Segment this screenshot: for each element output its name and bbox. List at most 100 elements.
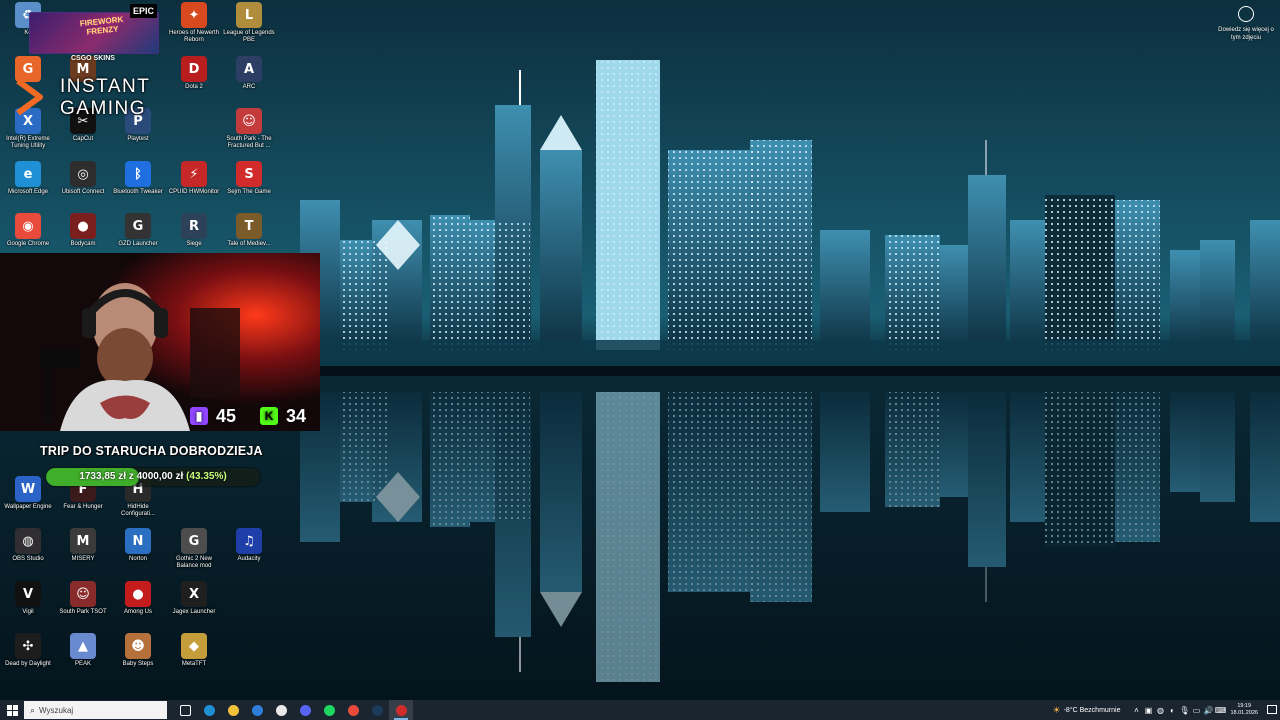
network-icon[interactable]: ▭ — [1190, 700, 1202, 720]
kick-viewer-count: 34 — [286, 405, 307, 426]
sejm-game-icon: S — [236, 161, 262, 187]
desktop-shortcut-label: OBS Studio — [12, 556, 44, 562]
edge-icon — [203, 704, 215, 716]
instant-gaming-mark-icon — [16, 78, 43, 116]
taskbar-search-box[interactable]: ⌕ Wyszukaj — [24, 701, 167, 719]
baby-steps-icon: ☻ — [125, 633, 151, 659]
notifications-icon[interactable] — [1264, 700, 1280, 720]
desktop-shortcut-label: ARC — [242, 84, 256, 90]
desktop-shortcut-heroes[interactable]: ✦ Heroes of Newerth Reborn — [166, 2, 222, 56]
camera-icon — [1238, 6, 1254, 22]
desktop-shortcut-norton[interactable]: N Norton — [110, 528, 166, 582]
taskbar-app-store[interactable] — [269, 700, 293, 720]
microphone-icon[interactable]: 🎙 — [1178, 700, 1190, 720]
weather-widget[interactable]: ☀ -8°C Bezchmurnie — [1053, 705, 1121, 716]
tray-discord-icon[interactable]: ◐ — [1166, 700, 1178, 720]
desktop-shortcut-amongus[interactable]: ● Among Us — [110, 581, 166, 635]
taskbar: ⌕ Wyszukaj ☀ -8°C Bezchmurnie ˄ ▣ ◍ ◐ 🎙 … — [0, 700, 1280, 720]
desktop-shortcut-label: Vigil — [22, 609, 34, 615]
desktop-shortcut-label: Fear & Hunger — [63, 504, 103, 510]
taskbar-app-file-explorer[interactable] — [221, 700, 245, 720]
language-icon[interactable]: ⌨ — [1214, 700, 1227, 720]
store-icon — [275, 704, 287, 716]
desktop-shortcut-label: Baby Steps — [122, 661, 154, 667]
volume-icon[interactable]: 🔊 — [1202, 700, 1214, 720]
desktop-shortcut-peak[interactable]: ▲ PEAK — [55, 633, 111, 687]
desktop-shortcut-label: Microsoft Edge — [7, 189, 49, 195]
chrome-icon: ◉ — [15, 213, 41, 239]
mail-icon — [251, 704, 263, 716]
desktop-shortcut-label: Intel(R) Extreme Tuning Utility — [6, 136, 50, 149]
desktop-shortcut-label: Among Us — [123, 609, 152, 615]
desktop-shortcut-label: CPUID HWMonitor — [168, 189, 220, 195]
obs-icon — [395, 704, 407, 716]
learn-about-picture[interactable]: Dowiedz się więcej o tym zdjęciu — [1218, 6, 1274, 42]
tray-overflow-chevron-icon[interactable]: ˄ — [1130, 700, 1142, 720]
desktop-shortcut-label: Heroes of Newerth Reborn — [168, 30, 220, 43]
audacity-icon: ♫ — [236, 528, 262, 554]
goal-of: z — [128, 471, 134, 482]
desktop-shortcut-sptsot[interactable]: ☺ South Park TSOT — [55, 581, 111, 635]
taskbar-app-steam[interactable] — [365, 700, 389, 720]
among-us-icon: ● — [125, 581, 151, 607]
desktop-shortcut-dota[interactable]: D Dota 2 — [166, 56, 222, 110]
desktop-shortcut-southpark[interactable]: ☺ South Park - The Fractured But ... — [221, 108, 277, 162]
desktop-shortcut-dbd[interactable]: ✣ Dead by Daylight — [0, 633, 56, 687]
taskbar-app-mail[interactable] — [245, 700, 269, 720]
norton-icon: N — [125, 528, 151, 554]
desktop-shortcut-label: Ubisoft Connect — [61, 189, 105, 195]
system-tray: ☀ -8°C Bezchmurnie ˄ ▣ ◍ ◐ 🎙 ▭ 🔊 ⌨ 19:19… — [1053, 700, 1280, 720]
desktop-shortcut-label: PEAK — [74, 661, 91, 667]
misery-icon: M — [70, 528, 96, 554]
ubisoft-icon: ◎ — [70, 161, 96, 187]
desktop-shortcut-label: HidHide Configurati... — [120, 504, 156, 517]
desktop-shortcut-gothic[interactable]: G Gothic 2 New Balance mod — [166, 528, 222, 582]
desktop-shortcut-ubisoft[interactable]: ◎ Ubisoft Connect — [55, 161, 111, 215]
kick-icon: K — [260, 407, 279, 425]
desktop-shortcut-label: Siege — [186, 241, 202, 247]
desktop-shortcut-bt[interactable]: ᛒ Bluetooth Tweaker — [110, 161, 166, 215]
desktop-shortcut-obs[interactable]: ◍ OBS Studio — [0, 528, 56, 582]
gothic-icon: G — [181, 528, 207, 554]
tray-app-icon[interactable]: ▣ — [1142, 700, 1154, 720]
desktop-shortcut-label: Bodycam — [70, 241, 96, 247]
taskbar-app-obs[interactable] — [389, 700, 413, 720]
instant-gaming-logo: INSTANT GAMING — [14, 75, 174, 120]
desktop-shortcut-label: CapCut — [72, 136, 94, 142]
desktop-shortcut-cpuid[interactable]: ⚡ CPUID HWMonitor — [166, 161, 222, 215]
taskbar-app-spotify[interactable] — [317, 700, 341, 720]
start-button[interactable] — [0, 700, 24, 720]
donation-goal-bar: 1733,85 zł z 4000,00 zł (43.35%) — [46, 468, 260, 486]
desktop-shortcut-label: Google Chrome — [6, 241, 50, 247]
desktop-shortcut-arc[interactable]: A ARC — [221, 56, 277, 110]
gzd-launcher-icon: G — [125, 213, 151, 239]
desktop-shortcut-sejm[interactable]: S Sejm The Game — [221, 161, 277, 215]
brand-line-2: GAMING — [60, 98, 147, 119]
search-placeholder: Wyszukaj — [39, 705, 74, 715]
desktop-shortcut-lol[interactable]: L League of Legends PBE — [221, 2, 277, 56]
desktop-shortcut-edge[interactable]: e Microsoft Edge — [0, 161, 56, 215]
taskbar-app-edge[interactable] — [197, 700, 221, 720]
desktop-shortcut-misery[interactable]: M MISERY — [55, 528, 111, 582]
clock[interactable]: 19:19 18.01.2026 — [1230, 703, 1258, 717]
desktop-shortcut-metatft[interactable]: ◆ MetaTFT — [166, 633, 222, 687]
desktop-shortcut-jagex[interactable]: X Jagex Launcher — [166, 581, 222, 635]
desktop-shortcut-label: Jagex Launcher — [172, 609, 216, 615]
siege-icon: R — [181, 213, 207, 239]
desktop-shortcut-label: Audacity — [237, 556, 261, 562]
desktop-shortcut-audacity[interactable]: ♫ Audacity — [221, 528, 277, 582]
tray-steam-icon[interactable]: ◍ — [1154, 700, 1166, 720]
vigil-icon: V — [15, 581, 41, 607]
desktop-shortcut-label: Gothic 2 New Balance mod — [175, 556, 212, 569]
chrome-icon — [347, 704, 359, 716]
taskbar-app-task-view[interactable] — [173, 700, 197, 720]
spotify-icon — [323, 704, 335, 716]
desktop-shortcut-vigil[interactable]: V Vigil — [0, 581, 56, 635]
desktop-shortcut-babysteps[interactable]: ☻ Baby Steps — [110, 633, 166, 687]
taskbar-app-discord[interactable] — [293, 700, 317, 720]
taskbar-app-chrome[interactable] — [341, 700, 365, 720]
weather-text: -8°C Bezchmurnie — [1063, 706, 1121, 714]
twitch-icon: ▮ — [190, 407, 208, 425]
goal-percent: (43.35%) — [186, 471, 227, 482]
goal-amount: 1733,85 zł — [79, 471, 127, 482]
